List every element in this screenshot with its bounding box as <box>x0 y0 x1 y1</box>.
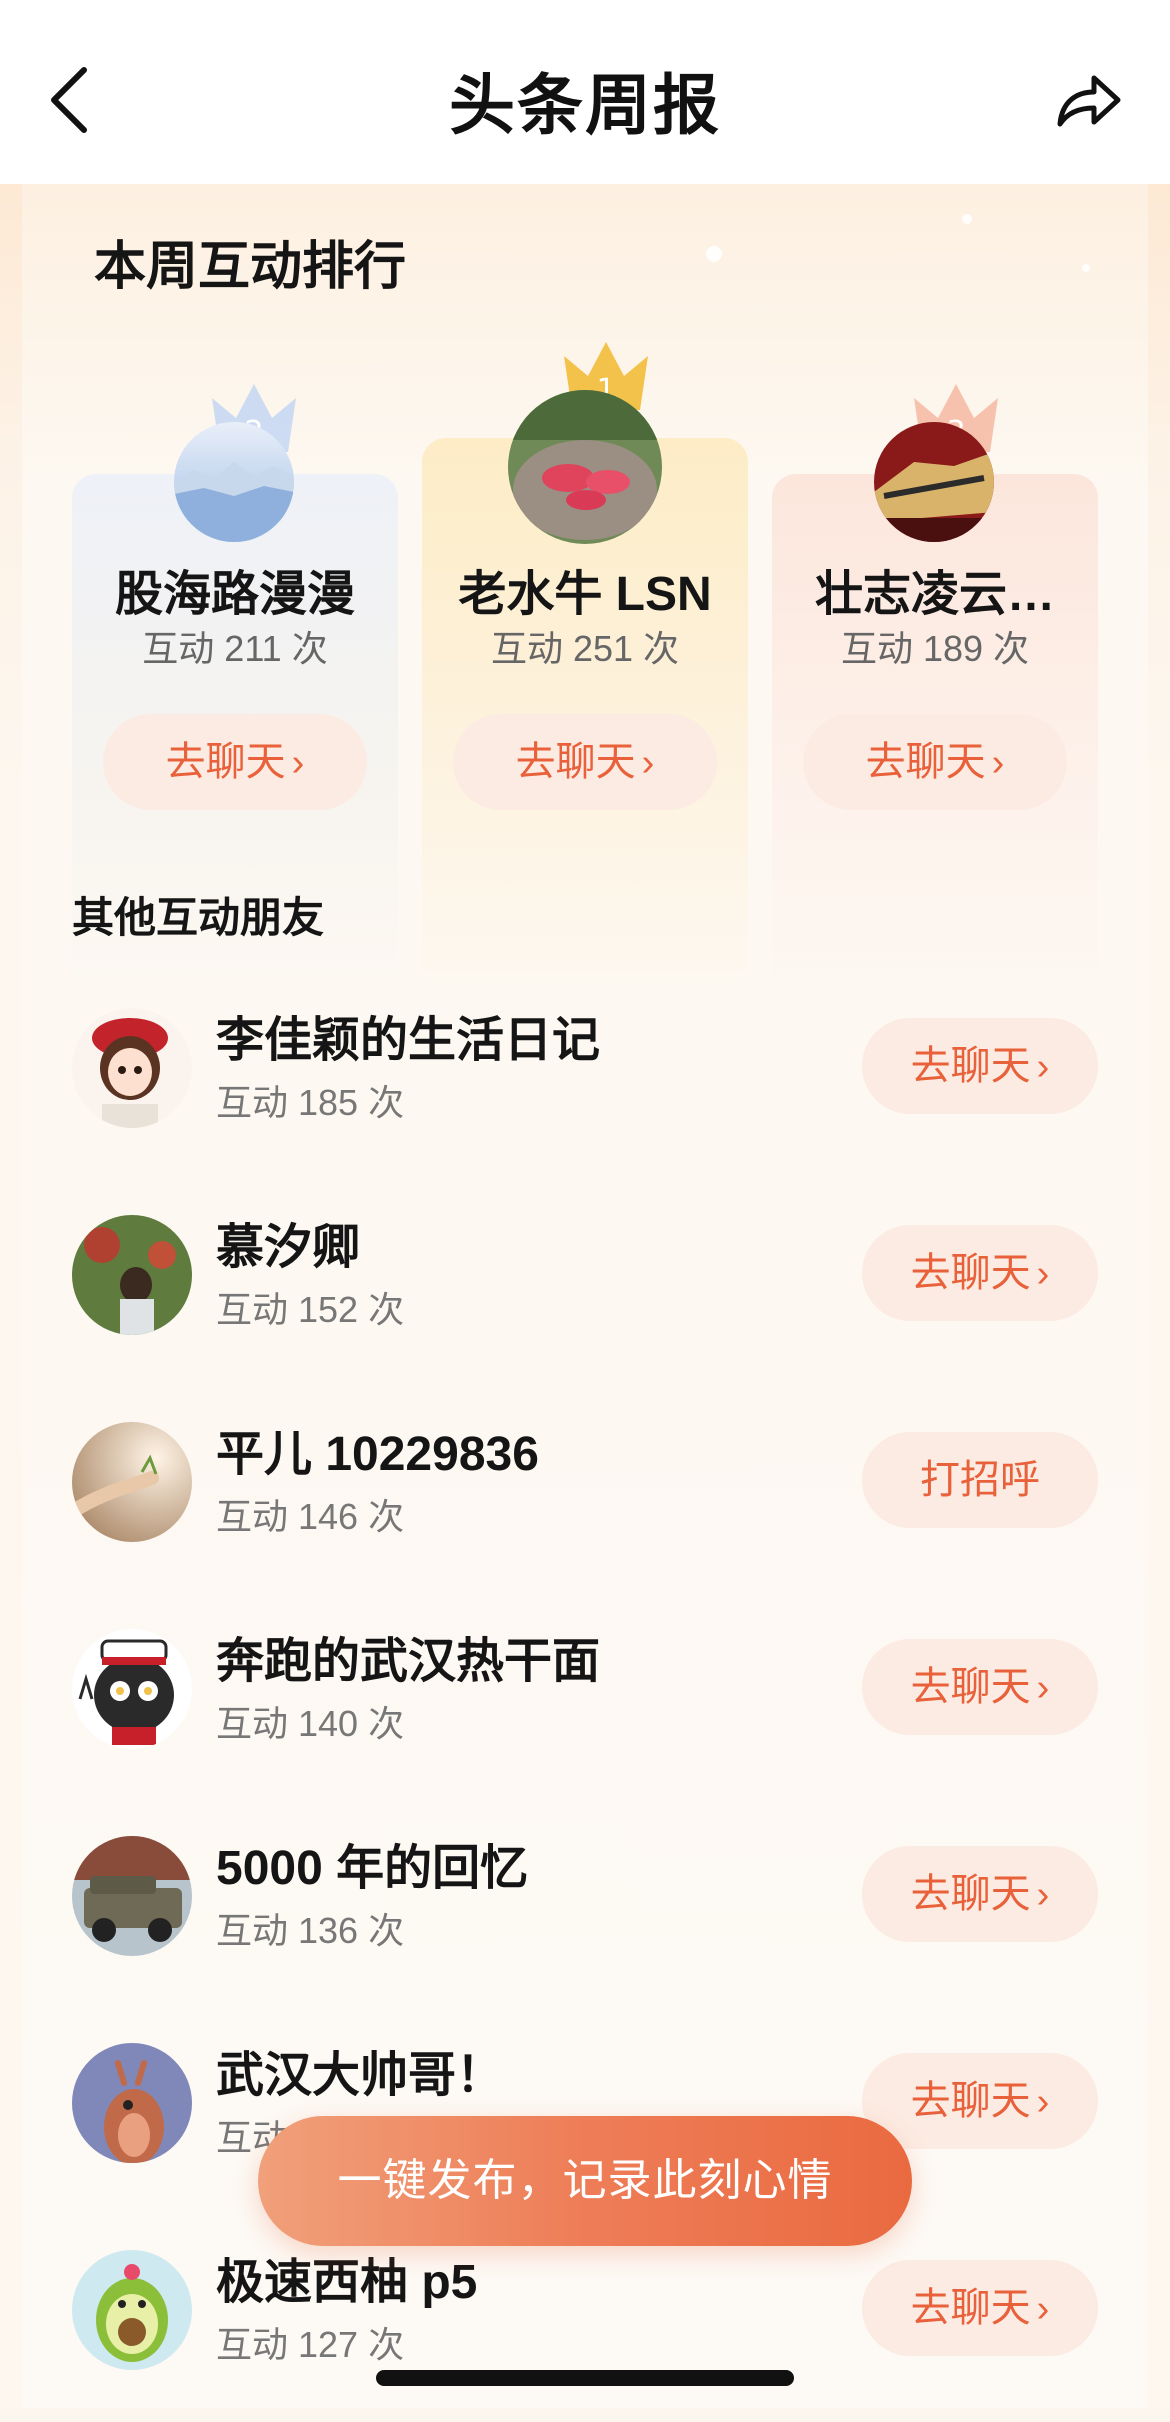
page-title: 头条周报 <box>449 68 721 142</box>
chat-button[interactable]: 去聊天 › <box>103 714 367 810</box>
friend-name: 奔跑的武汉热干面 <box>216 1635 601 1688</box>
other-friends-title: 其他互动朋友 <box>72 894 325 941</box>
avatar[interactable] <box>72 1008 192 1128</box>
podium-name: 壮志凌云… <box>814 568 1055 621</box>
greet-button[interactable]: 打招呼 <box>862 1432 1098 1528</box>
chevron-right-icon: › <box>291 742 305 784</box>
friend-name: 平儿 10229836 <box>216 1428 539 1481</box>
top-bar: 头条周报 <box>0 0 1170 184</box>
chevron-right-icon: › <box>641 742 655 784</box>
podium-count: 互动 211 次 <box>142 628 328 669</box>
friend-name: 李佳颖的生活日记 <box>216 1014 601 1067</box>
chat-button[interactable]: 去聊天 › <box>862 2053 1098 2149</box>
chat-button-label: 去聊天 <box>865 740 986 784</box>
list-item[interactable]: 李佳颖的生活日记 互动 185 次 去聊天 › <box>0 980 1170 1180</box>
interaction-count: 互动 127 次 <box>216 2324 405 2365</box>
chevron-right-icon: › <box>1036 1874 1050 1916</box>
interaction-count: 互动 136 次 <box>216 1910 405 1951</box>
podium-count: 互动 251 次 <box>490 628 680 669</box>
sparkle-decoration <box>706 246 722 262</box>
quick-publish-button[interactable]: 一键发布，记录此刻心情 <box>258 2116 912 2246</box>
podium-name: 股海路漫漫 <box>114 568 355 621</box>
interaction-count: 互动 146 次 <box>216 1496 405 1537</box>
chat-button-label: 去聊天 <box>910 1044 1031 1088</box>
friend-name: 极速西柚 p5 <box>216 2256 478 2309</box>
chat-button[interactable]: 去聊天 › <box>862 1018 1098 1114</box>
chat-button[interactable]: 去聊天 › <box>862 1225 1098 1321</box>
chat-button[interactable]: 去聊天 › <box>453 714 717 810</box>
chat-button-label: 去聊天 <box>910 2079 1031 2123</box>
friend-name: 5000 年的回忆 <box>216 1842 529 1895</box>
chevron-right-icon: › <box>1036 1667 1050 1709</box>
chat-button-label: 去聊天 <box>910 1251 1031 1295</box>
home-indicator <box>376 2370 794 2386</box>
avatar[interactable] <box>72 1215 192 1335</box>
sparkle-decoration <box>1082 264 1090 272</box>
chevron-right-icon: › <box>1036 2081 1050 2123</box>
chevron-right-icon: › <box>991 742 1005 784</box>
interaction-count: 互动 185 次 <box>216 1082 405 1123</box>
avatar[interactable] <box>874 422 994 542</box>
avatar[interactable] <box>72 1422 192 1542</box>
avatar[interactable] <box>72 2250 192 2370</box>
avatar[interactable] <box>174 422 294 542</box>
chevron-right-icon: › <box>1036 2288 1050 2330</box>
section-title: 本周互动排行 <box>94 238 407 296</box>
chat-button[interactable]: 去聊天 › <box>862 1846 1098 1942</box>
sparkle-decoration <box>962 214 972 224</box>
avatar[interactable] <box>72 2043 192 2163</box>
chevron-right-icon: › <box>1036 1253 1050 1295</box>
list-item[interactable]: 5000 年的回忆 互动 136 次 去聊天 › <box>0 1808 1170 2008</box>
list-item[interactable]: 慕汐卿 互动 152 次 去聊天 › <box>0 1187 1170 1387</box>
list-item[interactable]: 极速西柚 p5 互动 127 次 去聊天 › <box>0 2222 1170 2422</box>
chat-button[interactable]: 去聊天 › <box>862 1639 1098 1735</box>
friend-name: 慕汐卿 <box>216 1221 361 1274</box>
podium-name: 老水牛 LSN <box>458 568 712 621</box>
interaction-count: 互动 140 次 <box>216 1703 405 1744</box>
list-item[interactable]: 奔跑的武汉热干面 互动 140 次 去聊天 › <box>0 1601 1170 1801</box>
interaction-count: 互动 152 次 <box>216 1289 405 1330</box>
podium-count: 互动 189 次 <box>840 628 1030 669</box>
chat-button-label: 去聊天 <box>910 1872 1031 1916</box>
avatar[interactable] <box>72 1836 192 1956</box>
chat-button[interactable]: 去聊天 › <box>862 2260 1098 2356</box>
friend-name: 武汉大帅哥！ <box>216 2049 505 2102</box>
chevron-right-icon: › <box>1036 1046 1050 1088</box>
avatar[interactable] <box>508 390 662 544</box>
content-area: 本周互动排行 2 股海路漫漫 互动 211 次 去聊天› 1 <box>0 184 1170 2408</box>
chat-button[interactable]: 去聊天 › <box>803 714 1067 810</box>
list-item[interactable]: 平儿 10229836 互动 146 次 打招呼 <box>0 1394 1170 1594</box>
greet-button-label: 打招呼 <box>920 1458 1040 1502</box>
chat-button-label: 去聊天 <box>515 740 636 784</box>
avatar[interactable] <box>72 1629 192 1749</box>
chat-button-label: 去聊天 <box>910 1665 1031 1709</box>
share-icon[interactable] <box>1050 62 1126 138</box>
chat-button-label: 去聊天 <box>910 2286 1031 2330</box>
chat-button-label: 去聊天 <box>165 740 286 784</box>
